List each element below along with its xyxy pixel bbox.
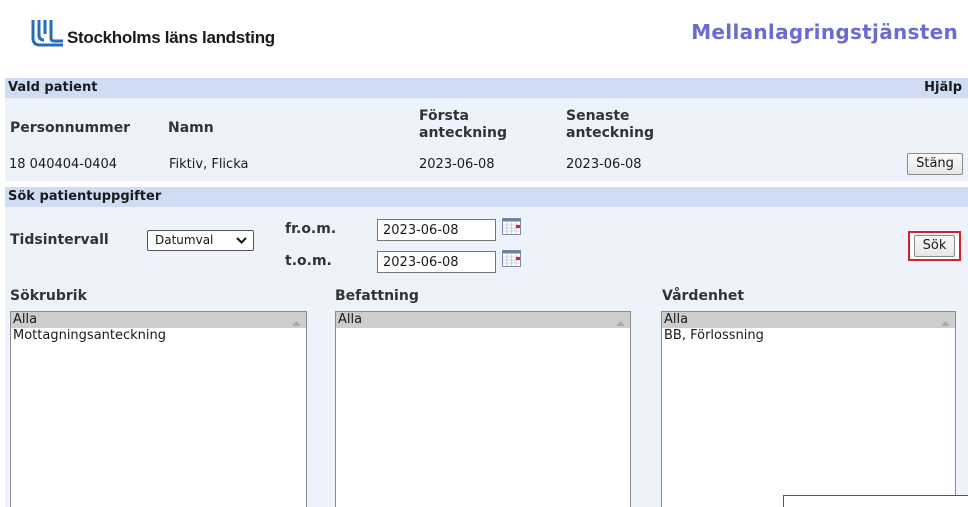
from-calendar-icon[interactable] (502, 218, 521, 235)
patient-section-header: Vald patient Hjälp (5, 78, 968, 98)
patient-panel: Personnummer Namn Första anteckning Sena… (5, 98, 968, 181)
from-label: fr.o.m. (285, 221, 337, 237)
scroll-up-icon[interactable] (616, 321, 625, 326)
search-button[interactable]: Sök (914, 235, 955, 257)
help-link[interactable]: Hjälp (924, 78, 962, 98)
search-section-title: Sök patientuppgifter (8, 189, 162, 204)
list-item[interactable]: Mottagningsanteckning (11, 328, 306, 344)
list-item[interactable]: Alla (336, 312, 630, 328)
scroll-up-icon[interactable] (292, 321, 301, 326)
col-namn: Namn (168, 120, 214, 136)
list-item[interactable]: BB, Förlossning (662, 328, 955, 344)
col-personnummer: Personnummer (10, 120, 131, 136)
org-logo: Stockholms läns landsting (30, 10, 275, 50)
befattning-label: Befattning (335, 288, 419, 304)
interval-select-value: Datumval (155, 233, 214, 247)
interval-select[interactable]: Datumval (147, 230, 254, 251)
sokrubrik-label: Sökrubrik (10, 288, 87, 304)
tooltip (783, 495, 968, 507)
app-title: Mellanlagringstjänsten (691, 20, 958, 44)
from-date-input[interactable] (377, 219, 496, 241)
befattning-listbox[interactable]: Alla (335, 311, 631, 507)
scroll-up-icon[interactable] (941, 321, 950, 326)
sokrubrik-listbox[interactable]: Alla Mottagningsanteckning (10, 311, 307, 507)
patient-section-title: Vald patient (8, 80, 98, 95)
col-forsta-anteckning: Första anteckning (419, 108, 507, 142)
vardenhet-label: Vårdenhet (662, 288, 745, 304)
search-button-highlight: Sök (908, 231, 961, 261)
chevron-down-icon (236, 237, 247, 244)
patient-namn: Fiktiv, Flicka (169, 157, 249, 172)
list-item[interactable]: Alla (662, 312, 955, 328)
to-calendar-icon[interactable] (502, 250, 521, 267)
sll-logo-icon (31, 20, 63, 47)
close-button[interactable]: Stäng (907, 153, 963, 175)
to-label: t.o.m. (285, 253, 332, 269)
list-item[interactable]: Alla (11, 312, 306, 328)
col-forsta-line2: anteckning (419, 125, 507, 141)
search-section-header: Sök patientuppgifter (5, 187, 968, 207)
col-senaste-line2: anteckning (566, 125, 654, 141)
org-name: Stockholms läns landsting (67, 28, 275, 47)
col-senaste-line1: Senaste (566, 108, 630, 124)
patient-personnummer: 18 040404-0404 (9, 157, 118, 172)
to-date-input[interactable] (377, 251, 496, 273)
patient-forsta: 2023-06-08 (419, 157, 495, 172)
col-senaste-anteckning: Senaste anteckning (566, 108, 654, 142)
patient-senaste: 2023-06-08 (566, 157, 642, 172)
interval-label: Tidsintervall (10, 232, 109, 248)
vardenhet-listbox[interactable]: Alla BB, Förlossning (661, 311, 956, 507)
col-forsta-line1: Första (419, 108, 469, 124)
